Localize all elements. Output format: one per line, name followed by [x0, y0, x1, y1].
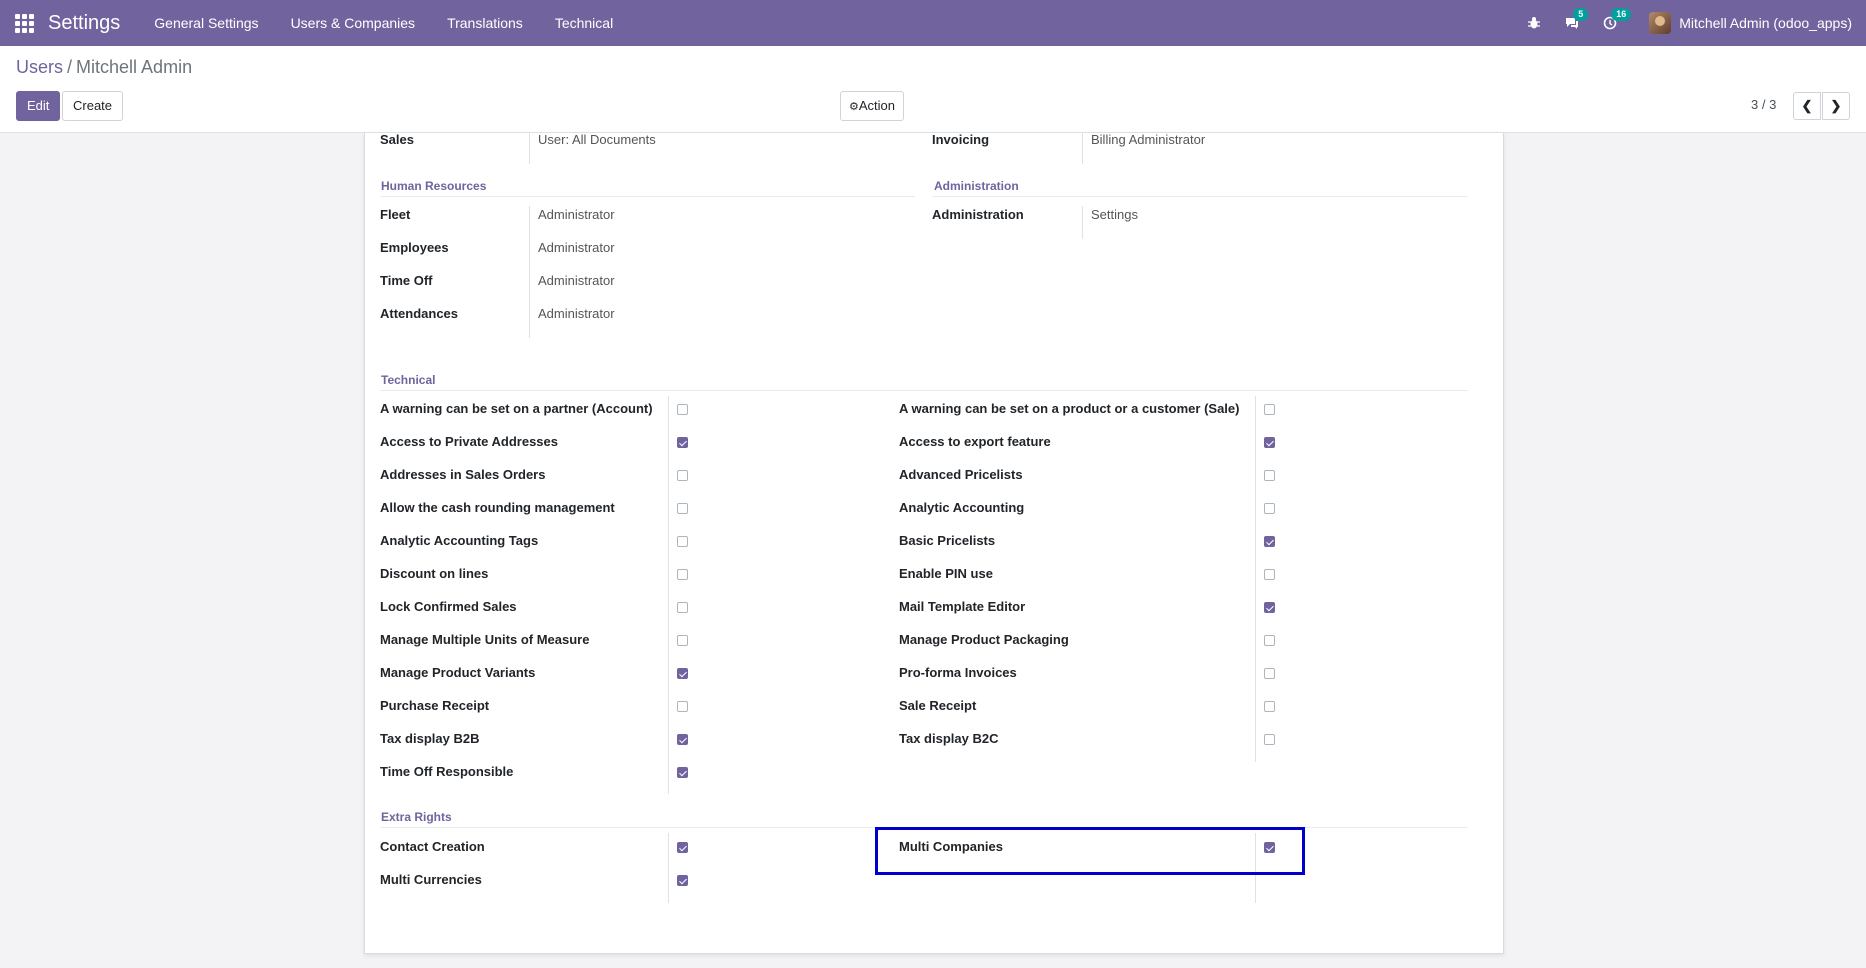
tech-checkbox-product-packaging[interactable] — [1264, 635, 1275, 646]
section-title-technical: Technical — [381, 373, 436, 387]
tech-label-purchase-receipt: Purchase Receipt — [380, 698, 490, 713]
tech-checkbox-time-off-responsible[interactable] — [677, 767, 688, 778]
tech-checkbox-warning-partner[interactable] — [677, 404, 688, 415]
tech-checkbox-discount-lines[interactable] — [677, 569, 688, 580]
tech-label-mail-template-editor: Mail Template Editor — [899, 599, 1026, 614]
tech-checkbox-cash-rounding[interactable] — [677, 503, 688, 514]
tech-label-advanced-pricelists: Advanced Pricelists — [899, 467, 1023, 482]
section-title-extra-rights: Extra Rights — [381, 810, 452, 824]
tech-checkbox-analytic-accounting[interactable] — [1264, 503, 1275, 514]
edit-button[interactable]: Edit — [16, 91, 61, 121]
chevron-left-icon: ❮ — [1801, 98, 1813, 113]
tech-label-basic-pricelists: Basic Pricelists — [899, 533, 996, 548]
tech-label-product-packaging: Manage Product Packaging — [899, 632, 1069, 647]
tech-label-pro-forma-invoices: Pro-forma Invoices — [899, 665, 1017, 680]
tech-checkbox-lock-confirmed-sales[interactable] — [677, 602, 688, 613]
field-value-employees[interactable]: Administrator — [538, 240, 615, 255]
tech-label-discount-lines: Discount on lines — [380, 566, 489, 581]
tech-checkbox-advanced-pricelists[interactable] — [1264, 470, 1275, 481]
field-value-attendances[interactable]: Administrator — [538, 306, 615, 321]
debug-bug-icon[interactable] — [1523, 12, 1545, 34]
tech-label-lock-confirmed-sales: Lock Confirmed Sales — [380, 599, 517, 614]
breadcrumb-separator: / — [67, 57, 73, 77]
action-label: Action — [858, 98, 896, 113]
field-label-time-off: Time Off — [380, 273, 433, 288]
messages-icon[interactable]: 5 — [1561, 8, 1589, 34]
tech-label-analytic-accounting: Analytic Accounting — [899, 500, 1025, 515]
tech-checkbox-warning-product[interactable] — [1264, 404, 1275, 415]
tech-label-sale-receipt: Sale Receipt — [899, 698, 977, 713]
tech-label-export-feature: Access to export feature — [899, 434, 1051, 449]
tech-checkbox-private-addresses[interactable] — [677, 437, 688, 448]
tech-label-cash-rounding: Allow the cash rounding management — [380, 500, 615, 515]
tech-checkbox-basic-pricelists[interactable] — [1264, 536, 1275, 547]
activities-clock-icon[interactable]: 16 — [1599, 8, 1632, 34]
field-label-employees: Employees — [380, 240, 449, 255]
tech-checkbox-addresses-sales-orders[interactable] — [677, 470, 688, 481]
tech-label-tax-b2c: Tax display B2C — [899, 731, 999, 746]
tech-checkbox-pro-forma-invoices[interactable] — [1264, 668, 1275, 679]
tech-checkbox-mail-template-editor[interactable] — [1264, 602, 1275, 613]
create-button[interactable]: Create — [62, 91, 124, 121]
extra-label-contact-creation: Contact Creation — [380, 839, 485, 854]
user-name: Mitchell Admin (odoo_apps) — [1679, 15, 1852, 31]
tech-checkbox-purchase-receipt[interactable] — [677, 701, 688, 712]
top-navbar: Settings General Settings Users & Compan… — [0, 0, 1866, 46]
control-panel: Users / Mitchell Admin Edit Create ⚙Action… — [0, 46, 1866, 133]
tech-checkbox-analytic-tags[interactable] — [677, 536, 688, 547]
messages-badge: 5 — [1573, 8, 1589, 21]
tech-label-warning-product: A warning can be set on a product or a c… — [899, 401, 1240, 416]
field-value-fleet[interactable]: Administrator — [538, 207, 615, 222]
menu-general-settings[interactable]: General Settings — [154, 15, 258, 31]
field-value-time-off[interactable]: Administrator — [538, 273, 615, 288]
tech-label-analytic-tags: Analytic Accounting Tags — [380, 533, 539, 548]
tech-checkbox-tax-b2c[interactable] — [1264, 734, 1275, 745]
tech-label-tax-b2b: Tax display B2B — [380, 731, 480, 746]
avatar — [1649, 12, 1672, 34]
tech-checkbox-export-feature[interactable] — [1264, 437, 1275, 448]
chevron-right-icon: ❯ — [1830, 98, 1842, 113]
apps-menu-icon[interactable] — [12, 11, 36, 35]
pager-previous-button[interactable]: ❮ — [1793, 92, 1821, 120]
tech-label-product-variants: Manage Product Variants — [380, 665, 536, 680]
section-title-administration: Administration — [934, 179, 1019, 193]
tech-checkbox-product-variants[interactable] — [677, 668, 688, 679]
menu-translations[interactable]: Translations — [447, 15, 523, 31]
extra-label-multi-currencies: Multi Currencies — [380, 872, 482, 887]
field-label-fleet: Fleet — [380, 207, 411, 222]
tech-checkbox-enable-pin[interactable] — [1264, 569, 1275, 580]
extra-checkbox-contact-creation[interactable] — [677, 842, 688, 853]
user-menu[interactable]: Mitchell Admin (odoo_apps) — [1649, 12, 1852, 34]
tech-label-warning-partner: A warning can be set on a partner (Accou… — [380, 401, 653, 416]
tech-checkbox-tax-b2b[interactable] — [677, 734, 688, 745]
tech-label-private-addresses: Access to Private Addresses — [380, 434, 559, 449]
extra-checkbox-multi-currencies[interactable] — [677, 875, 688, 886]
gear-icon: ⚙ — [849, 101, 859, 113]
field-label-attendances: Attendances — [380, 306, 459, 321]
tech-label-addresses-sales-orders: Addresses in Sales Orders — [380, 467, 546, 482]
breadcrumb-current: Mitchell Admin — [76, 57, 193, 77]
menu-users-companies[interactable]: Users & Companies — [291, 15, 416, 31]
field-label-sales: Sales — [380, 132, 414, 147]
field-value-sales[interactable]: User: All Documents — [538, 132, 656, 147]
tech-checkbox-multiple-uom[interactable] — [677, 635, 688, 646]
menu-technical[interactable]: Technical — [555, 15, 613, 31]
breadcrumb: Users / Mitchell Admin — [16, 57, 192, 78]
field-label-administration: Administration — [932, 207, 1024, 222]
pager-next-button[interactable]: ❯ — [1822, 92, 1850, 120]
activities-badge: 16 — [1611, 8, 1632, 21]
section-title-human-resources: Human Resources — [381, 179, 487, 193]
tech-label-time-off-responsible: Time Off Responsible — [380, 764, 514, 779]
field-value-administration[interactable]: Settings — [1091, 207, 1138, 222]
breadcrumb-users-link[interactable]: Users — [16, 57, 63, 77]
pager-value[interactable]: 3 / 3 — [1751, 97, 1776, 112]
field-value-invoicing[interactable]: Billing Administrator — [1091, 132, 1205, 147]
tech-label-enable-pin: Enable PIN use — [899, 566, 993, 581]
tech-label-multiple-uom: Manage Multiple Units of Measure — [380, 632, 590, 647]
action-button[interactable]: ⚙Action — [840, 91, 905, 121]
field-label-invoicing: Invoicing — [932, 132, 990, 147]
highlight-box — [875, 827, 1305, 875]
app-brand[interactable]: Settings — [48, 12, 120, 35]
tech-checkbox-sale-receipt[interactable] — [1264, 701, 1275, 712]
